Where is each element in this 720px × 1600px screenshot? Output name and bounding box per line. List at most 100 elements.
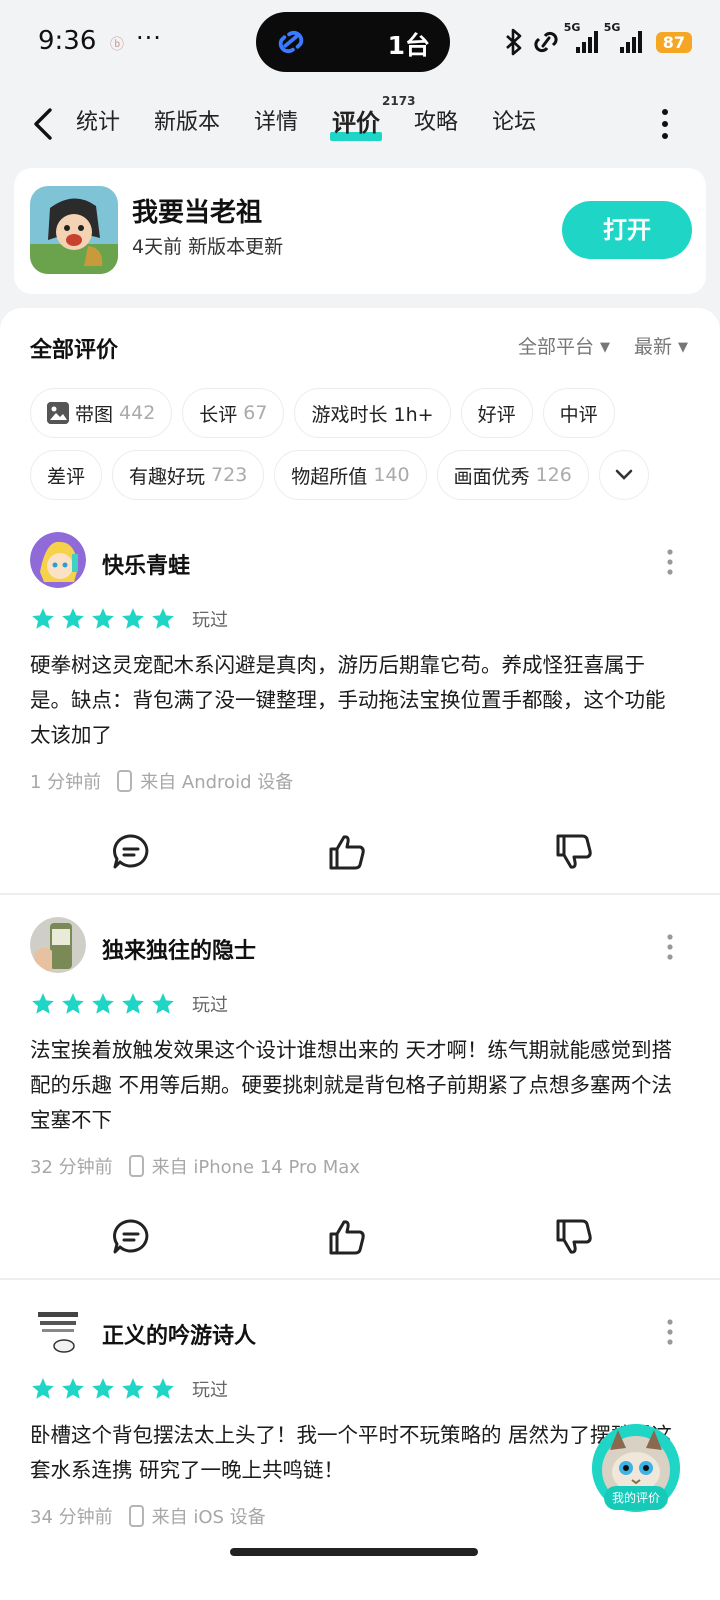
review-device: 来自 iOS 设备 [151,1507,266,1528]
tab-new-version[interactable]: 新版本 [154,108,220,138]
review-actions [0,1207,720,1267]
star-icon [32,608,54,629]
more-notifications-icon: ··· [136,24,162,52]
star-icon [32,993,54,1014]
bluetooth-icon [505,28,522,56]
signal-icon: 5G [564,21,600,53]
my-review-label[interactable]: 我的评价 [604,1486,668,1510]
chip-playtime[interactable]: 游戏时长 1h+ [294,388,451,438]
battery-icon: 87 [655,31,692,53]
tag-chips: 带图 442 长评 67 游戏时长 1h+ 好评 中评 差评 有趣好玩 723 物超所… [30,388,700,512]
chip-long-review[interactable]: 长评 67 [182,388,285,438]
star-icon [62,1378,84,1399]
avatar[interactable] [30,1302,86,1358]
review-meta: 34 分钟前 来自 iOS 设备 [30,1503,266,1529]
star-icon [92,608,114,629]
tab-stats[interactable]: 统计 [76,108,120,138]
expand-chips-button[interactable] [598,450,649,500]
thumbs-down-icon[interactable] [554,832,594,872]
sort-filter[interactable]: 最新 ▼ [634,332,688,359]
more-options-icon[interactable] [660,108,670,140]
status-time: 9:36 [38,26,97,56]
app-card[interactable]: 我要当老祖 4天前 新版本更新 打开 [14,168,706,294]
open-app-button[interactable]: 打开 [562,201,692,259]
tab-guides[interactable]: 攻略 [414,108,458,138]
thumbs-down-icon[interactable] [554,1217,594,1257]
signal-icon-2: 5G [604,21,644,53]
app-icon [30,186,118,274]
star-icon [122,1378,144,1399]
review-actions [0,822,720,882]
review-text[interactable]: 硬拳树这灵宠配木系闪避是真肉，游历后期靠它苟。养成怪狂喜属于是。缺点：背包满了没… [30,648,680,753]
avatar[interactable] [30,917,86,973]
star-icon [152,1378,174,1399]
app-update-info: 4天前 新版本更新 [132,236,284,258]
dynamic-island[interactable]: 1台 [256,12,450,72]
review-time: 34 分钟前 [30,1507,113,1528]
star-icon [62,608,84,629]
comment-icon[interactable] [111,832,151,872]
star-rating: 玩过 [30,606,228,632]
phone-icon [128,1505,144,1527]
played-tag: 玩过 [192,995,228,1016]
review-time: 32 分钟前 [30,1157,113,1178]
star-icon [92,1378,114,1399]
island-text: 1台 [387,31,430,60]
link-status-icon [534,31,558,53]
reviewer-name[interactable]: 独来独往的隐士 [102,933,256,965]
tab-bar: 统计 新版本 详情 评价 2173 攻略 论坛 [76,94,570,141]
review-text[interactable]: 法宝挨着放触发效果这个设计谁想出来的 天才啊！练气期就能感觉到搭配的乐趣 不用等… [30,1033,680,1138]
star-icon [122,993,144,1014]
thumbs-up-icon[interactable] [327,1217,367,1257]
notification-icon: ⓑ [110,37,124,53]
image-icon [47,402,69,424]
star-icon [152,608,174,629]
more-options-icon[interactable] [666,548,674,576]
app-name: 我要当老祖 [132,198,263,228]
star-icon [32,1378,54,1399]
divider [0,1278,720,1280]
chevron-down-icon [615,469,633,480]
star-rating: 玩过 [30,991,228,1017]
back-icon[interactable] [28,104,62,144]
home-indicator[interactable] [230,1548,478,1556]
chip-graphics[interactable]: 画面优秀 126 [436,450,589,500]
status-bar: 9:36 ⓑ ··· 1台 5G 5G 87 [0,0,720,86]
tab-reviews[interactable]: 评价 2173 [330,94,415,141]
reviews-title: 全部评价 [30,338,119,363]
chip-negative[interactable]: 差评 [30,450,103,500]
avatar[interactable] [30,532,86,588]
more-options-icon[interactable] [666,933,674,961]
caret-down-icon: ▼ [678,340,688,355]
review-meta: 1 分钟前 来自 Android 设备 [30,768,293,794]
review-text[interactable]: 卧槽这个背包摆法太上头了！我一个平时不玩策略的 居然为了摆碧霄这套水系连携 研究… [30,1418,680,1488]
star-icon [92,993,114,1014]
played-tag: 玩过 [192,610,228,631]
caret-down-icon: ▼ [599,340,610,355]
reviewer-name[interactable]: 正义的吟游诗人 [102,1318,256,1350]
star-icon [152,993,174,1014]
review-meta: 32 分钟前 来自 iPhone 14 Pro Max [30,1153,360,1179]
chip-positive[interactable]: 好评 [460,388,533,438]
star-icon [122,608,144,629]
comment-icon[interactable] [111,1217,151,1257]
reviewer-name[interactable]: 快乐青蛙 [102,548,190,580]
chip-neutral[interactable]: 中评 [542,388,615,438]
review-device: 来自 iPhone 14 Pro Max [151,1157,360,1178]
phone-icon [128,1155,144,1177]
phone-icon [117,770,133,792]
review-count-badge: 2173 [382,94,416,108]
played-tag: 玩过 [192,1380,228,1401]
chip-fun[interactable]: 有趣好玩 723 [112,450,265,500]
more-options-icon[interactable] [666,1318,674,1346]
star-icon [62,993,84,1014]
chip-value[interactable]: 物超所值 140 [274,450,427,500]
thumbs-up-icon[interactable] [327,832,367,872]
platform-filter[interactable]: 全部平台 ▼ [518,332,610,359]
link-icon [278,30,304,54]
chip-with-images[interactable]: 带图 442 [30,388,173,438]
review-time: 1 分钟前 [30,772,102,793]
tab-forum[interactable]: 论坛 [492,108,536,138]
divider [0,893,720,895]
tab-details[interactable]: 详情 [254,108,298,138]
